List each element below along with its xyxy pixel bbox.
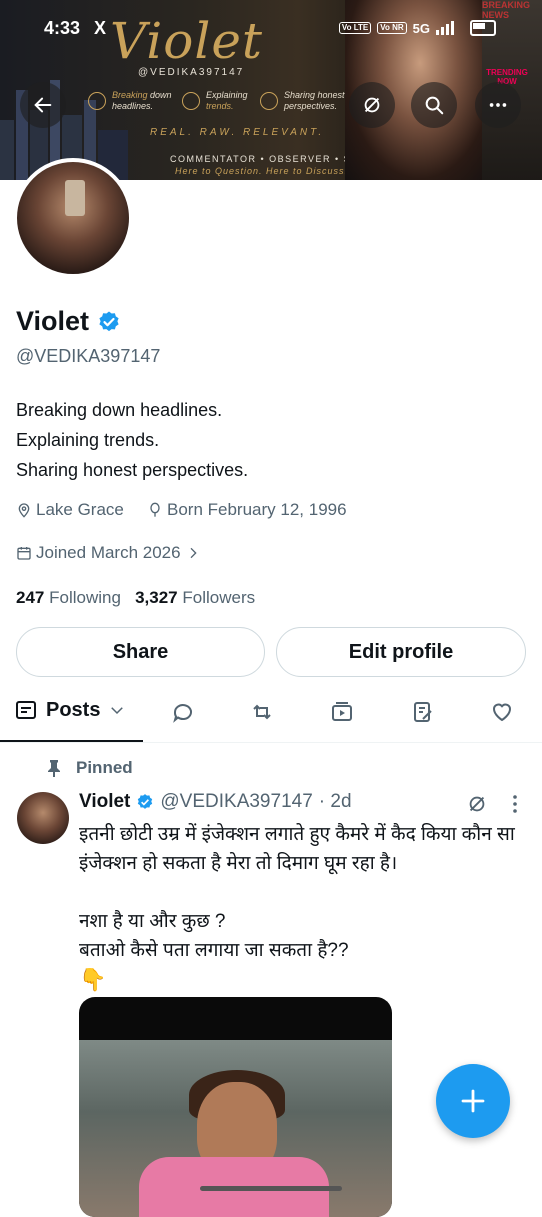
banner-feature-3: Sharing honest perspectives.: [260, 90, 345, 112]
more-vertical-icon[interactable]: [505, 793, 525, 815]
post-text-para: बताओ कैसे पता लगाया जा सकता है??: [79, 940, 349, 961]
location-pin-icon: [18, 503, 30, 518]
plus-icon: [461, 1089, 485, 1113]
signal-icon: [436, 21, 454, 35]
status-indicators: Vo LTE Vo NR 5G: [338, 20, 496, 36]
grok-icon: [364, 97, 380, 113]
chart-icon: [182, 92, 200, 110]
post-author-name[interactable]: Violet: [79, 791, 130, 813]
feature-text-2: perspectives.: [284, 101, 338, 111]
more-options-button[interactable]: [475, 82, 521, 128]
back-button[interactable]: [20, 82, 66, 128]
profile-tabs: Posts: [0, 690, 542, 743]
status-time: 4:33: [44, 18, 81, 38]
post-body[interactable]: इतनी छोटी उम्र में इंजेक्शन लगाते हुए कै…: [79, 820, 529, 994]
verified-badge-icon[interactable]: [97, 310, 121, 334]
banner-handle: @VEDIKA397147: [138, 67, 245, 78]
following-label: Following: [49, 588, 121, 607]
share-button[interactable]: Share: [16, 627, 265, 677]
following-count: 247: [16, 588, 45, 607]
joined-item[interactable]: Joined March 2026: [16, 543, 201, 563]
chevron-down-icon: [111, 707, 124, 715]
location-text: Lake Grace: [36, 500, 124, 519]
post-video-thumbnail[interactable]: [79, 997, 392, 1217]
sim2-badge: Vo NR: [377, 22, 407, 34]
bio-line: Explaining trends.: [16, 430, 160, 450]
sim1-badge: Vo LTE: [338, 22, 372, 34]
search-icon: [425, 96, 444, 115]
followers-label: Followers: [182, 588, 256, 607]
network-type: 5G: [412, 20, 430, 36]
grok-icon[interactable]: [466, 793, 488, 815]
post-time[interactable]: · 2d: [319, 791, 352, 813]
chevron-right-icon: [190, 547, 197, 559]
bio-line: Sharing honest perspectives.: [16, 460, 249, 480]
feature-text: down: [147, 90, 172, 100]
post-text-para: नशा है या और कुछ ?: [79, 911, 226, 932]
edit-profile-button[interactable]: Edit profile: [276, 627, 526, 677]
x-app-icon: X: [94, 18, 107, 38]
grok-button[interactable]: [349, 82, 395, 128]
profile-name: Violet: [16, 306, 90, 336]
breaking-news-label: BREAKING NEWS: [482, 0, 531, 20]
profile-avatar[interactable]: [13, 158, 133, 278]
balloon-icon: [150, 502, 160, 517]
post-header: Violet @VEDIKA397147 · 2d: [79, 791, 352, 813]
pointing-down-emoji: 👇: [79, 967, 107, 992]
following-link[interactable]: 247 Following: [16, 588, 121, 607]
joined-text: Joined March 2026: [36, 543, 181, 562]
post-author-avatar[interactable]: [17, 792, 69, 844]
pin-icon: [48, 760, 60, 777]
search-button[interactable]: [411, 82, 457, 128]
posts-tab-icon: [16, 701, 36, 719]
feature-text-2: trends.: [206, 101, 234, 111]
followers-link[interactable]: 3,327 Followers: [135, 588, 255, 607]
news-icon: [88, 92, 106, 110]
follow-stats: 247 Following 3,327 Followers: [16, 588, 255, 608]
feature-text-2: headlines.: [112, 101, 154, 111]
people-icon: [260, 92, 278, 110]
post-spacer: [79, 878, 529, 907]
gesture-home-bar[interactable]: [200, 1186, 342, 1191]
battery-icon: [470, 20, 496, 36]
post-author-handle: @VEDIKA397147: [160, 791, 313, 812]
more-horizontal-icon: [489, 103, 507, 107]
tab-posts[interactable]: Posts: [14, 698, 126, 722]
followers-count: 3,327: [135, 588, 178, 607]
feature-text: Sharing honest: [284, 90, 345, 100]
calendar-icon: [17, 547, 31, 560]
bio-line: Breaking down headlines.: [16, 400, 223, 420]
birthday-text: Born February 12, 1996: [167, 500, 347, 519]
media-tab-icon[interactable]: [330, 700, 354, 724]
arrow-left-icon: [34, 97, 52, 113]
location-item: Lake Grace: [16, 500, 124, 520]
banner-feature-2: Explaining trends.: [182, 90, 248, 112]
pinned-label: Pinned: [76, 758, 133, 777]
banner-feature-1: Breaking down headlines.: [88, 90, 172, 112]
profile-name-row: Violet: [16, 306, 121, 337]
articles-tab-icon[interactable]: [411, 700, 435, 724]
repost-tab-icon[interactable]: [250, 700, 274, 724]
post-text-para: इतनी छोटी उम्र में इंजेक्शन लगाते हुए कै…: [79, 824, 515, 874]
profile-handle: @VEDIKA397147: [16, 346, 161, 366]
tab-posts-label: Posts: [46, 698, 101, 721]
profile-bio: Breaking down headlines. Explaining tren…: [16, 395, 248, 485]
avatar-phone-graphic: [65, 180, 85, 216]
birthday-item: Born February 12, 1996: [147, 500, 347, 520]
feature-text: Explaining: [206, 90, 248, 100]
replies-tab-icon[interactable]: [171, 700, 195, 724]
likes-tab-icon[interactable]: [490, 700, 514, 724]
banner-title: Violet: [110, 12, 263, 70]
pinned-indicator: Pinned: [46, 758, 133, 778]
verified-badge-icon: [138, 794, 153, 809]
banner-tagline: REAL. RAW. RELEVANT.: [150, 127, 325, 138]
tabs-divider: [0, 742, 542, 743]
feature-accent: Breaking: [112, 90, 148, 100]
compose-post-button[interactable]: [436, 1064, 510, 1138]
